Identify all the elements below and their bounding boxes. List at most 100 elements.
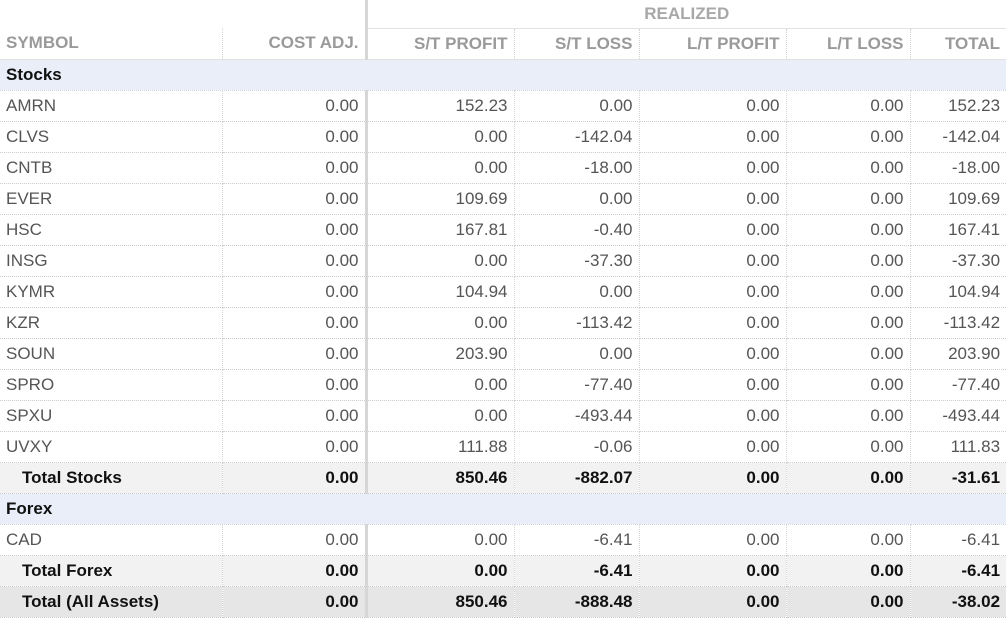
cell-total: -113.42 [910, 307, 1006, 339]
cell-st-profit: 0.00 [364, 245, 515, 277]
cell-cost-adj: 0.00 [222, 307, 367, 339]
cell-lt-profit: 0.00 [639, 586, 787, 618]
table-row[interactable]: INSG 0.00 0.00 -37.30 0.00 0.00 -37.30 [0, 245, 1006, 277]
column-header-lt-loss[interactable]: L/T LOSS [786, 28, 911, 60]
cell-st-loss: -113.42 [514, 307, 640, 339]
cell-total: -493.44 [910, 400, 1006, 432]
cell-cost-adj: 0.00 [222, 586, 367, 618]
cell-total: 167.41 [910, 214, 1006, 246]
cell-st-profit: 0.00 [364, 524, 515, 556]
cell-lt-profit: 0.00 [639, 524, 787, 556]
table-row[interactable]: UVXY 0.00 111.88 -0.06 0.00 0.00 111.83 [0, 431, 1006, 463]
section-title: Stocks [0, 59, 1006, 91]
cell-st-loss: -37.30 [514, 245, 640, 277]
cell-st-profit: 0.00 [364, 369, 515, 401]
cell-lt-loss: 0.00 [786, 369, 911, 401]
column-header-total[interactable]: TOTAL [910, 28, 1006, 60]
cell-cost-adj: 0.00 [222, 90, 367, 122]
cell-cost-adj: 0.00 [222, 214, 367, 246]
cell-lt-profit: 0.00 [639, 121, 787, 153]
cell-cost-adj: 0.00 [222, 462, 367, 494]
column-header-row: SYMBOL COST ADJ. S/T PROFIT S/T LOSS L/T… [0, 28, 1006, 60]
column-header-st-profit[interactable]: S/T PROFIT [364, 28, 515, 60]
cell-st-profit: 104.94 [364, 276, 515, 308]
cell-lt-profit: 0.00 [639, 245, 787, 277]
realized-pnl-table: REALIZED SYMBOL COST ADJ. S/T PROFIT S/T… [0, 0, 1006, 618]
cell-lt-profit: 0.00 [639, 555, 787, 587]
cell-st-loss: -882.07 [514, 462, 640, 494]
cell-lt-profit: 0.00 [639, 307, 787, 339]
cell-st-loss: -142.04 [514, 121, 640, 153]
cell-lt-profit: 0.00 [639, 90, 787, 122]
table-row[interactable]: SOUN 0.00 203.90 0.00 0.00 0.00 203.90 [0, 338, 1006, 370]
cell-symbol: Total Stocks [0, 462, 223, 494]
cell-total: -77.40 [910, 369, 1006, 401]
cell-total: -31.61 [910, 462, 1006, 494]
cell-lt-loss: 0.00 [786, 524, 911, 556]
cell-total: -37.30 [910, 245, 1006, 277]
table-row[interactable]: HSC 0.00 167.81 -0.40 0.00 0.00 167.41 [0, 214, 1006, 246]
column-header-cost-adj[interactable]: COST ADJ. [222, 28, 367, 60]
cell-st-profit: 850.46 [364, 586, 515, 618]
cell-symbol: SPRO [0, 369, 223, 401]
cell-total: -6.41 [910, 524, 1006, 556]
table-row[interactable]: KYMR 0.00 104.94 0.00 0.00 0.00 104.94 [0, 276, 1006, 308]
column-header-symbol[interactable]: SYMBOL [0, 28, 223, 60]
cell-symbol: CLVS [0, 121, 223, 153]
cell-symbol: HSC [0, 214, 223, 246]
cell-lt-loss: 0.00 [786, 307, 911, 339]
section-total-row: Total Forex 0.00 0.00 -6.41 0.00 0.00 -6.41 [0, 555, 1006, 587]
table-row[interactable]: SPXU 0.00 0.00 -493.44 0.00 0.00 -493.44 [0, 400, 1006, 432]
cell-st-loss: 0.00 [514, 338, 640, 370]
cell-lt-profit: 0.00 [639, 462, 787, 494]
table-row[interactable]: KZR 0.00 0.00 -113.42 0.00 0.00 -113.42 [0, 307, 1006, 339]
cell-cost-adj: 0.00 [222, 524, 367, 556]
table-row[interactable]: AMRN 0.00 152.23 0.00 0.00 0.00 152.23 [0, 90, 1006, 122]
cell-cost-adj: 0.00 [222, 555, 367, 587]
cell-symbol: SPXU [0, 400, 223, 432]
cell-cost-adj: 0.00 [222, 400, 367, 432]
cell-lt-profit: 0.00 [639, 400, 787, 432]
cell-lt-profit: 0.00 [639, 214, 787, 246]
realized-group-header: REALIZED [364, 0, 1006, 29]
cell-st-loss: -77.40 [514, 369, 640, 401]
cell-lt-loss: 0.00 [786, 276, 911, 308]
cell-lt-profit: 0.00 [639, 276, 787, 308]
cell-symbol: KZR [0, 307, 223, 339]
table-row[interactable]: EVER 0.00 109.69 0.00 0.00 0.00 109.69 [0, 183, 1006, 215]
cell-st-profit: 850.46 [364, 462, 515, 494]
cell-st-profit: 0.00 [364, 152, 515, 184]
cell-cost-adj: 0.00 [222, 338, 367, 370]
table-row[interactable]: CAD 0.00 0.00 -6.41 0.00 0.00 -6.41 [0, 524, 1006, 556]
cell-lt-profit: 0.00 [639, 369, 787, 401]
cell-st-loss: -6.41 [514, 555, 640, 587]
cell-st-profit: 109.69 [364, 183, 515, 215]
cell-st-loss: -888.48 [514, 586, 640, 618]
column-header-st-loss[interactable]: S/T LOSS [514, 28, 640, 60]
cell-lt-loss: 0.00 [786, 431, 911, 463]
cell-cost-adj: 0.00 [222, 183, 367, 215]
cell-cost-adj: 0.00 [222, 276, 367, 308]
table-row[interactable]: CNTB 0.00 0.00 -18.00 0.00 0.00 -18.00 [0, 152, 1006, 184]
cell-total: -18.00 [910, 152, 1006, 184]
cell-cost-adj: 0.00 [222, 369, 367, 401]
cell-total: -6.41 [910, 555, 1006, 587]
section-title: Forex [0, 493, 1006, 525]
table-row[interactable]: CLVS 0.00 0.00 -142.04 0.00 0.00 -142.04 [0, 121, 1006, 153]
cell-lt-profit: 0.00 [639, 183, 787, 215]
cell-lt-loss: 0.00 [786, 214, 911, 246]
cell-lt-loss: 0.00 [786, 90, 911, 122]
cell-st-profit: 111.88 [364, 431, 515, 463]
table-row[interactable]: SPRO 0.00 0.00 -77.40 0.00 0.00 -77.40 [0, 369, 1006, 401]
cell-lt-loss: 0.00 [786, 152, 911, 184]
cell-st-profit: 0.00 [364, 555, 515, 587]
cell-symbol: CAD [0, 524, 223, 556]
cell-symbol: AMRN [0, 90, 223, 122]
cell-lt-loss: 0.00 [786, 121, 911, 153]
cell-lt-loss: 0.00 [786, 586, 911, 618]
cell-st-profit: 152.23 [364, 90, 515, 122]
cell-st-loss: 0.00 [514, 183, 640, 215]
cell-symbol: SOUN [0, 338, 223, 370]
column-header-lt-profit[interactable]: L/T PROFIT [639, 28, 787, 60]
cell-total: 109.69 [910, 183, 1006, 215]
